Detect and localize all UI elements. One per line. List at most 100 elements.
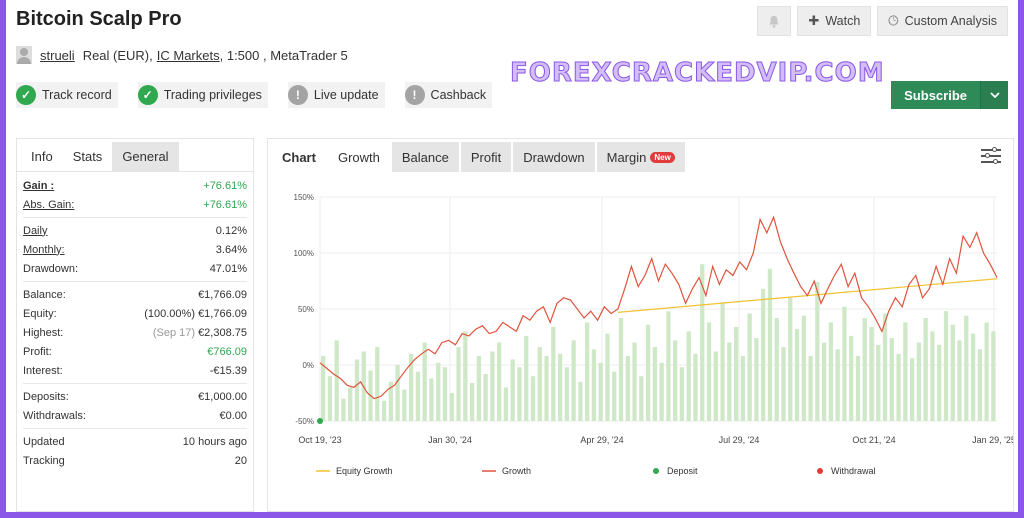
badge-live-update[interactable]: ! Live update bbox=[287, 82, 385, 108]
stat-label: Updated bbox=[23, 435, 65, 448]
bar bbox=[862, 317, 867, 421]
bar bbox=[503, 387, 509, 421]
bar bbox=[794, 329, 800, 421]
stat-row-balance: Balance: €1,766.09 bbox=[23, 285, 247, 304]
bar bbox=[537, 347, 542, 421]
bar bbox=[903, 322, 908, 421]
stat-label: Interest: bbox=[23, 364, 63, 377]
tab-balance[interactable]: Balance bbox=[391, 142, 459, 172]
y-tick-label: 150% bbox=[294, 193, 314, 202]
bar bbox=[821, 342, 827, 421]
tab-margin[interactable]: Margin New bbox=[596, 142, 685, 172]
stat-label[interactable]: Monthly: bbox=[23, 244, 65, 256]
watch-button[interactable]: ✚ Watch bbox=[797, 6, 872, 36]
tab-drawdown[interactable]: Drawdown bbox=[513, 142, 595, 172]
x-tick-label: Oct 21, '24 bbox=[852, 435, 895, 445]
plus-icon: ✚ bbox=[808, 13, 820, 28]
chart-settings-icon[interactable] bbox=[981, 146, 1001, 165]
divider bbox=[23, 428, 247, 429]
tab-chart[interactable]: Chart bbox=[272, 142, 326, 172]
bar bbox=[449, 393, 454, 421]
stat-label[interactable]: Abs. Gain: bbox=[23, 199, 74, 211]
bar bbox=[334, 340, 339, 421]
bar bbox=[327, 376, 333, 421]
growth-line bbox=[319, 215, 998, 400]
bar bbox=[869, 326, 874, 421]
stat-row-daily: Daily 0.12% bbox=[23, 221, 247, 240]
bar bbox=[727, 342, 732, 421]
stat-value: 3.64% bbox=[215, 243, 247, 256]
bar bbox=[375, 347, 380, 421]
badge-label: Cashback bbox=[430, 88, 487, 102]
stat-row-abs-gain: Abs. Gain: +76.61% bbox=[23, 195, 247, 214]
bar bbox=[970, 333, 976, 421]
stat-value: €2,308.75 bbox=[198, 326, 247, 339]
stat-label: Withdrawals: bbox=[23, 409, 86, 422]
growth-chart[interactable]: 150% 100% 50% 0% -50% Oct 19, '23 Jan 30, '24 A… bbox=[268, 173, 1013, 511]
tab-growth[interactable]: Growth bbox=[327, 142, 390, 172]
bar bbox=[625, 356, 630, 421]
bar bbox=[612, 371, 617, 421]
bar bbox=[882, 313, 888, 421]
stat-row-interest: Interest: -€15.39 bbox=[23, 361, 247, 380]
bar bbox=[774, 317, 779, 421]
badge-cashback[interactable]: ! Cashback bbox=[404, 82, 493, 108]
bar bbox=[889, 338, 894, 421]
bar bbox=[605, 333, 610, 421]
bar bbox=[591, 349, 597, 421]
bar bbox=[923, 317, 928, 421]
tab-stats[interactable]: Stats bbox=[62, 142, 113, 171]
bar bbox=[497, 342, 502, 421]
stat-label: Tracking bbox=[23, 454, 65, 467]
bar bbox=[402, 389, 407, 421]
bar bbox=[544, 356, 549, 421]
divider bbox=[23, 383, 247, 384]
notification-button[interactable] bbox=[757, 6, 792, 36]
legend-growth-label: Growth bbox=[502, 466, 531, 476]
bar bbox=[754, 338, 759, 421]
bar bbox=[652, 347, 657, 421]
bar bbox=[571, 340, 576, 421]
bar bbox=[991, 331, 996, 421]
stat-label: Drawdown: bbox=[23, 262, 79, 275]
bar bbox=[442, 367, 448, 421]
stat-label[interactable]: Daily bbox=[23, 225, 47, 237]
bar bbox=[524, 335, 529, 421]
badge-track-record[interactable]: ✓ Track record bbox=[16, 82, 118, 108]
badge-trading-privileges[interactable]: ✓ Trading privileges bbox=[137, 82, 268, 108]
stat-value: €0.00 bbox=[219, 409, 247, 422]
stat-value: €1,766.09 bbox=[198, 307, 247, 320]
check-icon: ✓ bbox=[16, 85, 36, 105]
bar bbox=[381, 400, 387, 421]
bar bbox=[761, 288, 766, 421]
stat-row-updated: Updated 10 hours ago bbox=[23, 432, 247, 451]
broker-link[interactable]: IC Markets bbox=[157, 48, 220, 63]
y-tick-label: -50% bbox=[295, 417, 314, 426]
avatar[interactable] bbox=[16, 46, 32, 64]
stat-value: €1,766.09 bbox=[198, 288, 247, 301]
subscribe-dropdown[interactable] bbox=[980, 81, 1008, 109]
owner-link[interactable]: strueli bbox=[40, 48, 75, 63]
bar bbox=[415, 371, 421, 421]
new-badge: New bbox=[650, 151, 675, 163]
tab-profit[interactable]: Profit bbox=[460, 142, 512, 172]
tab-info[interactable]: Info bbox=[21, 142, 63, 171]
divider bbox=[23, 217, 247, 218]
bar bbox=[876, 344, 881, 421]
stat-label: Balance: bbox=[23, 288, 66, 301]
bar bbox=[490, 351, 495, 421]
tab-margin-label: Margin bbox=[606, 149, 647, 165]
subscribe-button[interactable]: Subscribe bbox=[891, 81, 980, 109]
custom-analysis-button[interactable]: 🕒︎ Custom Analysis bbox=[877, 6, 1008, 36]
bar bbox=[679, 367, 685, 421]
bar bbox=[781, 347, 786, 421]
page: Bitcoin Scalp Pro strueli Real (EUR), IC… bbox=[6, 0, 1018, 512]
legend-deposit-label: Deposit bbox=[667, 466, 698, 476]
tab-general[interactable]: General bbox=[112, 142, 179, 171]
chevron-down-icon bbox=[989, 92, 1000, 98]
stat-value: +76.61% bbox=[203, 198, 247, 211]
stat-value: +76.61% bbox=[203, 179, 247, 192]
stat-label[interactable]: Gain : bbox=[23, 180, 54, 192]
stat-row-withdrawals: Withdrawals: €0.00 bbox=[23, 406, 247, 425]
account-type: Real (EUR), bbox=[82, 47, 153, 63]
